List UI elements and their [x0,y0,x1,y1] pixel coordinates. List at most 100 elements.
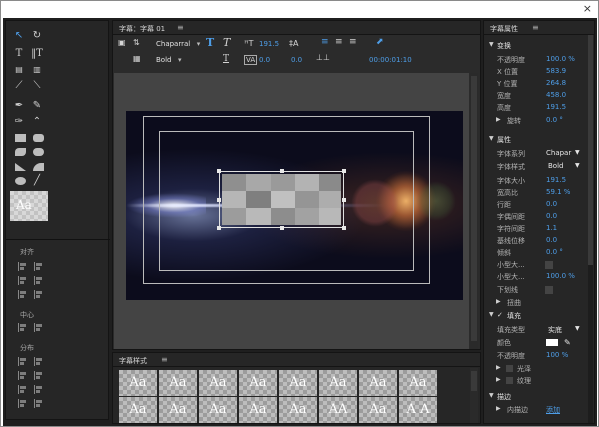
add-anchor-tool-icon[interactable]: ✑ [12,115,26,129]
resize-handle[interactable] [280,226,284,230]
font-family-select[interactable]: Chapar [546,149,571,157]
style-swatch[interactable]: Aa [279,397,317,423]
chevron-down-icon[interactable]: ▼ [575,162,580,169]
center-vertical-icon[interactable] [34,323,44,332]
distribute-v-space-icon[interactable] [34,399,44,408]
panel-menu-icon[interactable]: ≡ [177,23,184,32]
expand-icon[interactable]: ▶ [496,116,501,123]
fill-type-select[interactable]: 实底 [548,325,562,335]
rotation-tool-icon[interactable]: ↻ [30,29,44,43]
collapse-icon[interactable]: ▼ [489,311,494,318]
align-left-icon[interactable] [18,262,28,271]
check-icon[interactable]: ✓ [497,311,503,319]
distribute-top-icon[interactable] [18,385,28,394]
style-swatch[interactable]: Aa [399,370,437,396]
style-swatch[interactable]: AA [319,397,357,423]
collapse-icon[interactable]: ▼ [489,392,494,399]
texture-row[interactable]: ▶ 纹理 [484,376,594,387]
align-left-text-icon[interactable]: ≡ [321,37,329,47]
small-caps-size-value[interactable]: 100.0 % [546,272,575,280]
underline-checkbox[interactable] [545,286,553,294]
wedge-tool-icon[interactable] [15,163,26,171]
distribute-middle-icon[interactable] [34,385,44,394]
bold-icon[interactable]: T [206,36,214,49]
expand-icon[interactable]: ▶ [496,298,501,305]
sheen-row[interactable]: ▶ 光泽 [484,364,594,375]
resize-handle[interactable] [217,169,221,173]
convert-anchor-tool-icon[interactable]: ⌃ [30,115,44,129]
eyedropper-icon[interactable]: ✎ [564,338,571,347]
new-title-icon[interactable]: ▣ [118,38,126,47]
title-tab[interactable]: 字幕：字幕 01 ≡ [113,21,480,35]
fill-opacity-value[interactable]: 100 % [546,351,568,359]
styles-tab[interactable]: 字幕样式 ≡ [113,353,480,367]
kerning-value[interactable]: 0.0 [546,212,557,220]
style-swatch[interactable]: Aa [239,370,277,396]
resize-handle[interactable] [217,226,221,230]
style-swatch[interactable]: Aa [319,370,357,396]
properties-scrollbar[interactable] [588,35,593,423]
roll-crawl-icon[interactable]: ⇅ [133,38,140,47]
leading-value[interactable]: 0.0 [291,56,302,64]
font-style-select[interactable]: Bold [156,56,182,64]
style-swatch[interactable]: Aa [159,370,197,396]
align-center-h-icon[interactable] [34,262,44,271]
align-right-text-icon[interactable]: ≡ [349,37,357,47]
distribute-left-icon[interactable] [18,357,28,366]
resize-handle[interactable] [342,226,346,230]
rectangle-tool-icon[interactable] [15,134,26,142]
style-swatch[interactable]: Aa [199,397,237,423]
height-value[interactable]: 191.5 [546,103,566,111]
expand-icon[interactable]: ▶ [496,376,501,383]
expand-icon[interactable]: ▶ [496,364,501,371]
opacity-value[interactable]: 100.0 % [546,55,575,63]
line-tool-icon[interactable]: ╱ [30,174,44,188]
style-swatch[interactable]: Aa [239,397,277,423]
chevron-down-icon[interactable]: ▼ [575,149,580,156]
font-family-select[interactable]: Chaparral [156,40,201,48]
distribute-right-icon[interactable] [18,371,28,380]
rounded-rect-tool-icon[interactable] [33,134,44,142]
scrollbar-thumb[interactable] [471,76,477,341]
distribute-center-h-icon[interactable] [34,357,44,366]
align-middle-icon[interactable] [18,290,28,299]
tracking-value[interactable]: 1.1 [546,224,557,232]
distribute-h-space-icon[interactable] [34,371,44,380]
type-tool-icon[interactable]: T [12,47,26,61]
arc-tool-icon[interactable] [33,163,44,171]
transform-section[interactable]: ▼ 变换 [484,41,594,52]
fill-color-swatch[interactable] [546,339,558,346]
title-text-box[interactable] [217,169,346,230]
vertical-type-tool-icon[interactable]: ‖T [30,47,44,61]
style-swatch[interactable]: Aa [279,370,317,396]
align-right-icon[interactable] [18,276,28,285]
resize-handle[interactable] [280,169,284,173]
collapse-icon[interactable]: ▼ [489,135,494,142]
small-caps-checkbox[interactable] [545,261,553,269]
expand-icon[interactable]: ▶ [496,405,501,412]
title-canvas[interactable] [114,73,469,349]
slant-value[interactable]: 0.0 ° [546,248,563,256]
vertical-path-type-tool-icon[interactable]: ⟍ [30,79,44,93]
distribute-bottom-icon[interactable] [18,399,28,408]
font-size-value[interactable]: 191.5 [259,40,279,48]
style-swatch[interactable]: Aa [119,397,157,423]
texture-checkbox[interactable] [506,377,513,384]
selection-tool-icon[interactable]: ↖ [12,29,26,43]
baseline-value[interactable]: 0.0 [546,236,557,244]
style-swatch[interactable]: A A [399,397,437,423]
distort-row[interactable]: ▶ 扭曲 [484,298,594,309]
center-horizontal-icon[interactable] [18,323,28,332]
tab-stops-icon[interactable]: ⊥⊥ [316,53,330,62]
styles-scrollbar[interactable] [470,368,478,423]
properties-tab[interactable]: 字幕属性 ≡ [484,21,594,35]
style-swatch[interactable]: Aa [359,397,397,423]
close-icon[interactable]: × [583,2,592,15]
leading-value[interactable]: 0.0 [546,200,557,208]
underline-icon[interactable]: T [223,54,229,64]
clipped-rect-tool-icon[interactable] [15,148,26,156]
y-position-value[interactable]: 264.8 [546,79,566,87]
align-top-icon[interactable] [34,276,44,285]
attributes-section[interactable]: ▼ 属性 [484,135,594,146]
ellipse-tool-icon[interactable] [15,177,26,185]
